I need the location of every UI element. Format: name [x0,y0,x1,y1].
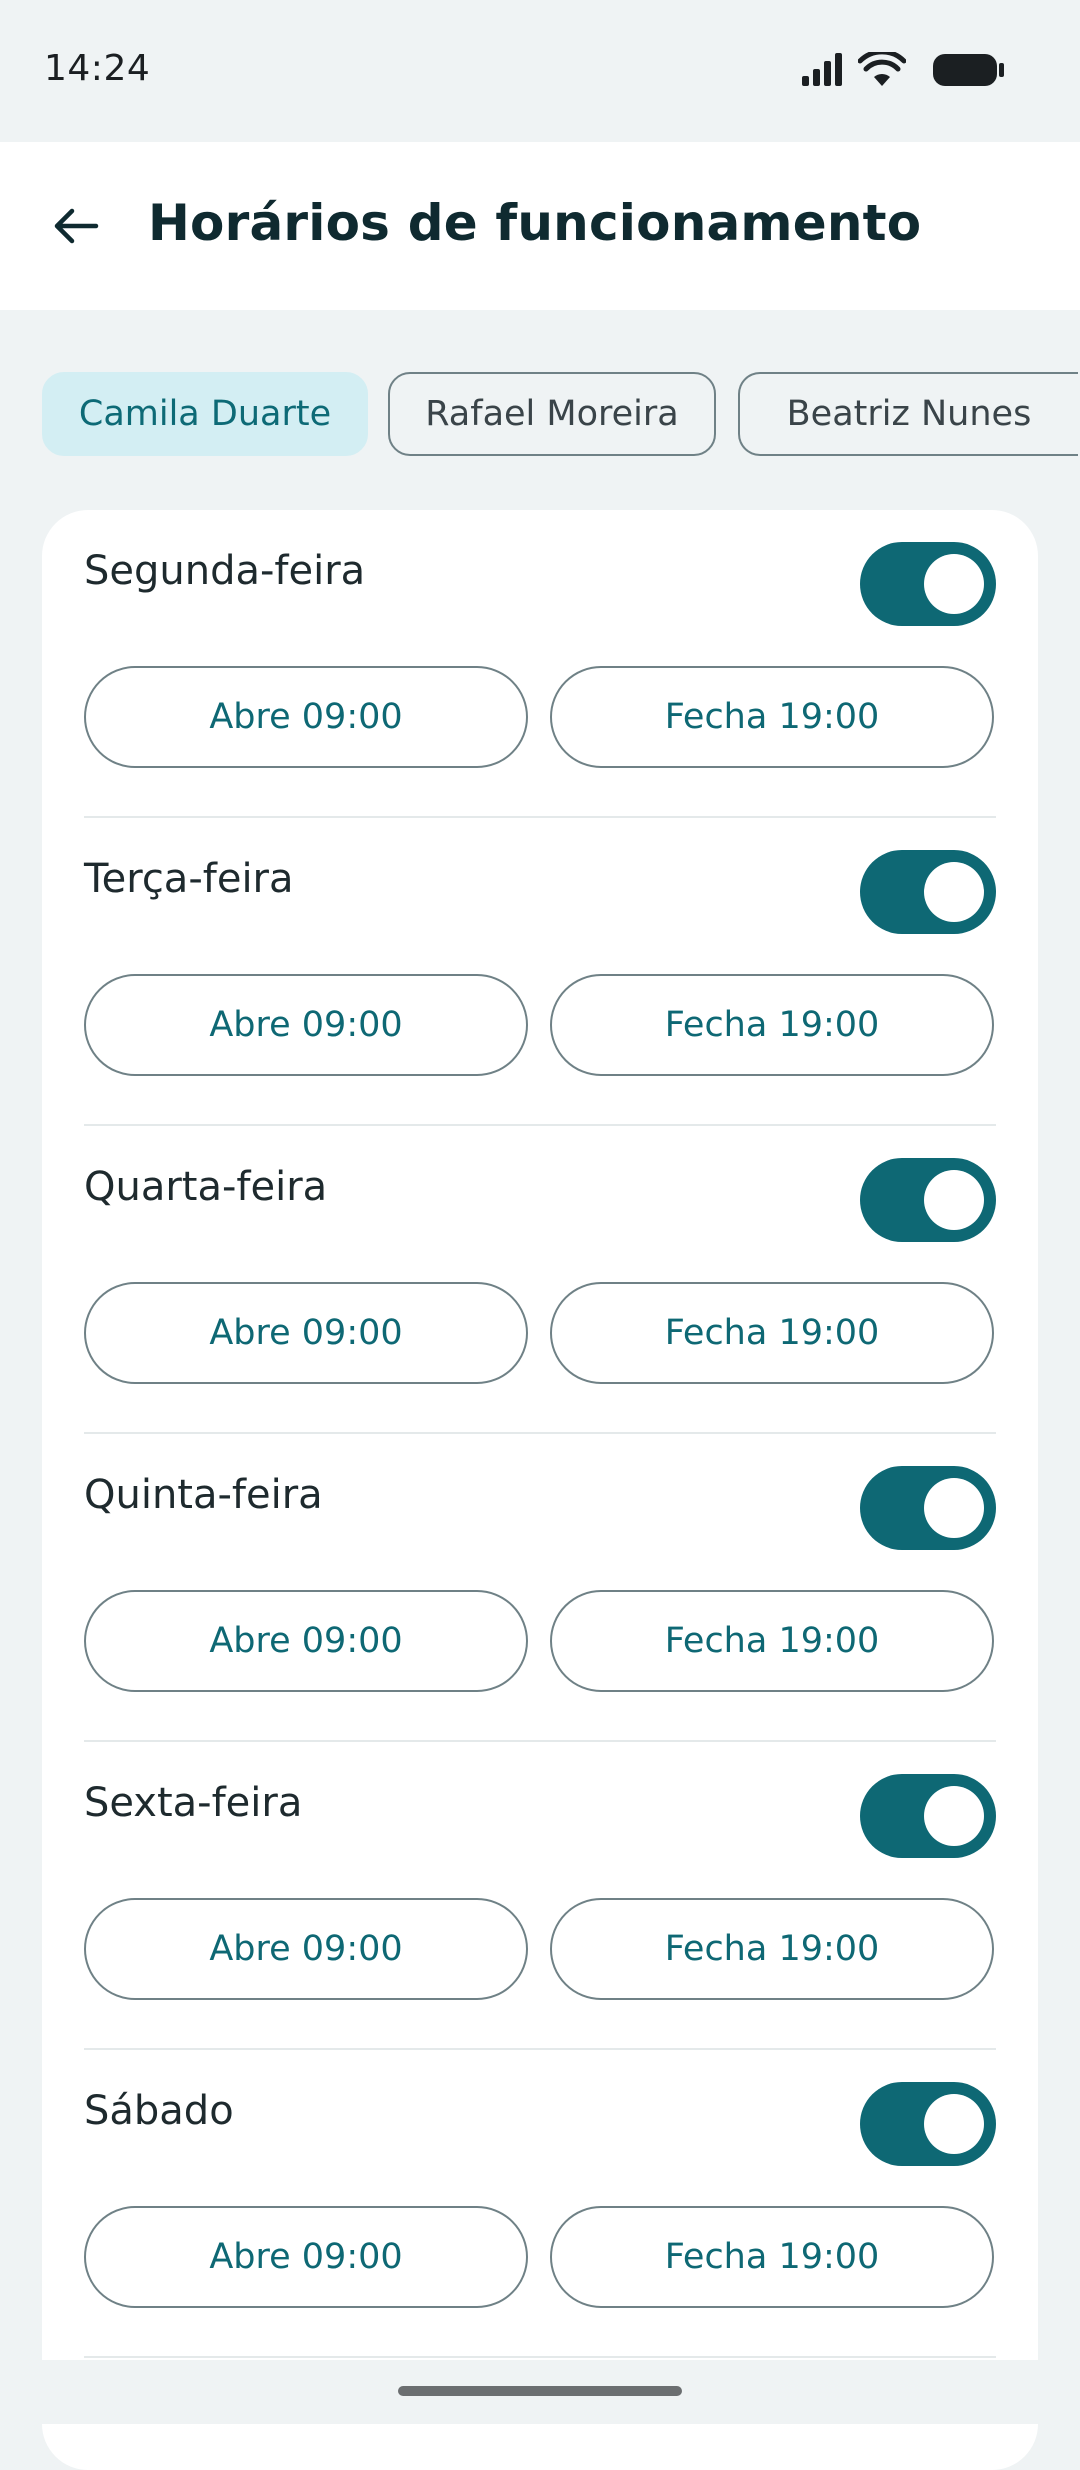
arrow-left-icon [54,208,99,244]
chip-rafael-moreira[interactable]: Rafael Moreira [388,372,716,456]
day-name: Quarta-feira [84,1164,328,1210]
open-time-button[interactable]: Abre 09:00 [84,1590,528,1692]
toggle-knob [924,1170,984,1230]
open-time-button[interactable]: Abre 09:00 [84,666,528,768]
day-row-tuesday: Terça-feira Abre 09:00 Fecha 19:00 [84,818,996,1126]
toggle-knob [924,554,984,614]
day-name: Sexta-feira [84,1780,303,1826]
open-time-button[interactable]: Abre 09:00 [84,1282,528,1384]
chip-label: Beatriz Nunes [786,394,1032,434]
day-row-friday: Sexta-feira Abre 09:00 Fecha 19:00 [84,1742,996,2050]
day-row-thursday: Quinta-feira Abre 09:00 Fecha 19:00 [84,1434,996,1742]
day-toggle[interactable] [860,850,996,934]
close-time-button[interactable]: Fecha 19:00 [550,1898,994,2000]
close-time-button[interactable]: Fecha 19:00 [550,666,994,768]
day-name: Terça-feira [84,856,294,902]
close-time-button[interactable]: Fecha 19:00 [550,1590,994,1692]
home-indicator[interactable] [398,2386,682,2396]
day-name: Segunda-feira [84,548,366,594]
day-row-wednesday: Quarta-feira Abre 09:00 Fecha 19:00 [84,1126,996,1434]
open-time-button[interactable]: Abre 09:00 [84,974,528,1076]
wifi-icon [858,52,906,86]
day-toggle[interactable] [860,1774,996,1858]
day-toggle[interactable] [860,1158,996,1242]
status-time: 14:24 [44,48,151,89]
day-toggle[interactable] [860,1466,996,1550]
close-time-button[interactable]: Fecha 19:00 [550,1282,994,1384]
close-time-button[interactable]: Fecha 19:00 [550,2206,994,2308]
day-toggle[interactable] [860,2082,996,2166]
chip-beatriz-nunes[interactable]: Beatriz Nunes [738,372,1078,456]
chip-camila-duarte[interactable]: Camila Duarte [42,372,368,456]
toggle-knob [924,2094,984,2154]
toggle-knob [924,1786,984,1846]
toggle-knob [924,862,984,922]
open-time-button[interactable]: Abre 09:00 [84,2206,528,2308]
divider [84,2356,996,2358]
staff-chip-row[interactable]: Camila Duarte Rafael Moreira Beatriz Nun… [0,372,1080,458]
status-bar: 14:24 [0,0,1080,142]
chip-label: Camila Duarte [78,394,332,434]
open-time-button[interactable]: Abre 09:00 [84,1898,528,2000]
day-row-monday: Segunda-feira Abre 09:00 Fecha 19:00 [84,510,996,818]
back-button[interactable] [40,184,112,268]
toggle-knob [924,1478,984,1538]
day-row-saturday: Sábado Abre 09:00 Fecha 19:00 [84,2050,996,2358]
close-time-button[interactable]: Fecha 19:00 [550,974,994,1076]
schedule-card: Segunda-feira Abre 09:00 Fecha 19:00 Ter… [42,510,1038,2470]
battery-icon [933,54,1004,86]
day-name: Sábado [84,2088,234,2134]
day-name: Quinta-feira [84,1472,323,1518]
page-title: Horários de funcionamento [148,194,922,252]
signal-icon [802,53,842,86]
app-bar: Horários de funcionamento [0,142,1080,310]
chip-label: Rafael Moreira [425,394,679,434]
day-toggle[interactable] [860,542,996,626]
